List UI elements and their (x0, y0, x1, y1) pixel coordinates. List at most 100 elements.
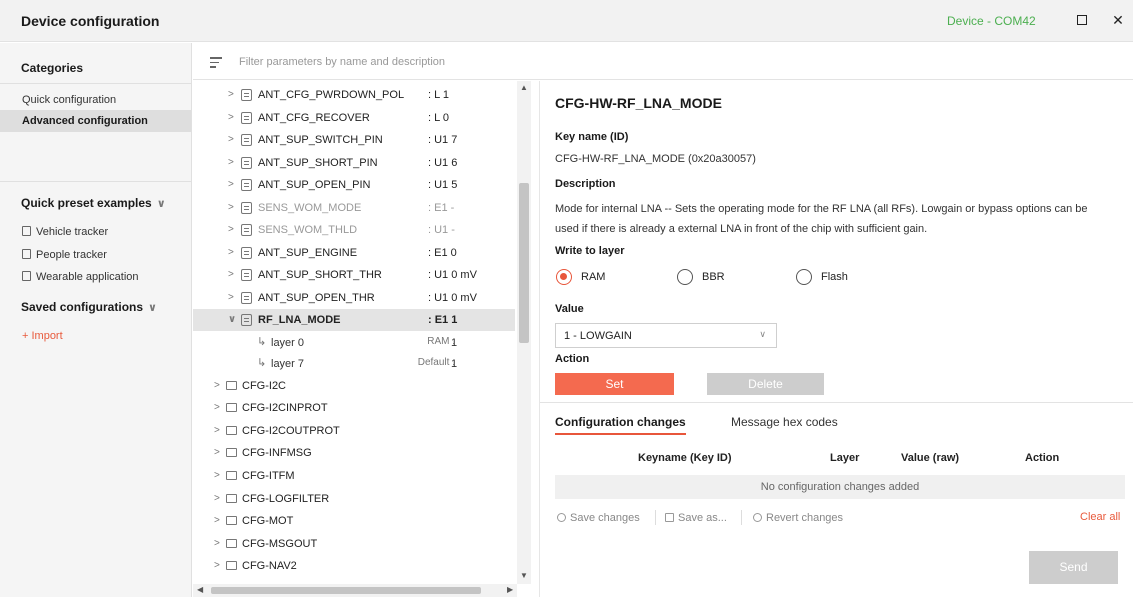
parameter-icon (241, 156, 252, 169)
action-label: Action (555, 353, 590, 365)
tree-row-selected[interactable]: ∨ RF_LNA_MODE: E1 1 (193, 309, 515, 331)
filter-input[interactable] (239, 54, 639, 70)
parameter-name: ANT_SUP_ENGINE (258, 246, 358, 259)
chevron-right-icon[interactable]: > (228, 179, 234, 190)
scrollbar-thumb[interactable] (211, 587, 481, 594)
scroll-up-icon[interactable]: ▲ (520, 83, 528, 92)
tab-message-hex-codes[interactable]: Message hex codes (731, 415, 838, 429)
chevron-right-icon[interactable]: > (228, 157, 234, 168)
chevron-down-icon: ∨ (156, 198, 166, 210)
chevron-right-icon[interactable]: > (214, 515, 220, 526)
set-button[interactable]: Set (555, 373, 674, 395)
save-changes-label: Save changes (570, 512, 640, 524)
chevron-right-icon[interactable]: > (214, 425, 220, 436)
chevron-right-icon[interactable]: > (214, 470, 220, 481)
clear-all-button[interactable]: Clear all (1080, 511, 1120, 523)
parameter-tree: > ANT_CFG_PWRDOWN_POL: L 1 > ANT_CFG_RECOVE… (193, 81, 531, 597)
radio-bbr[interactable]: BBR (677, 269, 725, 285)
filter-icon[interactable] (210, 57, 222, 71)
tree-row[interactable]: > ANT_CFG_PWRDOWN_POL: L 1 (193, 84, 515, 106)
group-name: CFG-INFMSG (242, 447, 312, 460)
chevron-right-icon[interactable]: > (228, 202, 234, 213)
tree-group[interactable]: > CFG-INFMSG (193, 442, 515, 464)
tree-horizontal-scrollbar[interactable]: ◀ ▶ (193, 584, 517, 597)
parameter-value: : U1 - (428, 224, 455, 236)
folder-icon (226, 516, 237, 526)
maximize-button[interactable] (1074, 12, 1090, 28)
key-name-value: CFG-HW-RF_LNA_MODE (0x20a30057) (555, 153, 756, 165)
folder-icon (226, 380, 237, 390)
chevron-right-icon[interactable]: > (228, 292, 234, 303)
parameter-name: SENS_WOM_MODE (258, 201, 362, 214)
chevron-right-icon[interactable]: > (214, 538, 220, 549)
tree-group[interactable]: > CFG-MSGOUT (193, 533, 515, 555)
tree-group[interactable]: > CFG-I2CINPROT (193, 397, 515, 419)
chevron-down-icon[interactable]: ∨ (228, 314, 236, 325)
radio-ram[interactable]: RAM (556, 269, 605, 285)
chevron-right-icon[interactable]: > (228, 224, 234, 235)
description-text: Mode for internal LNA -- Sets the operat… (555, 199, 1133, 239)
chevron-right-icon[interactable]: > (214, 380, 220, 391)
tree-row[interactable]: > ANT_SUP_OPEN_THR: U1 0 mV (193, 287, 515, 309)
chevron-right-icon[interactable]: > (214, 402, 220, 413)
scroll-down-icon[interactable]: ▼ (520, 571, 528, 580)
tree-row[interactable]: > ANT_SUP_ENGINE: E1 0 (193, 242, 515, 264)
delete-button[interactable]: Delete (707, 373, 824, 395)
parameter-value: : L 1 (428, 89, 449, 101)
preset-wearable-application[interactable]: Wearable application (22, 271, 139, 283)
tree-group[interactable]: > CFG-NAV2 (193, 555, 515, 577)
saved-heading[interactable]: Saved configurations ∨ (21, 300, 157, 314)
tree-row[interactable]: > ANT_SUP_SHORT_PIN: U1 6 (193, 152, 515, 174)
tree-row[interactable]: > SENS_WOM_MODE: E1 - (193, 197, 515, 219)
chevron-right-icon[interactable]: > (228, 269, 234, 280)
parameter-name: RF_LNA_MODE (258, 314, 341, 326)
tree-row[interactable]: > ANT_CFG_RECOVER: L 0 (193, 107, 515, 129)
tree-vertical-scrollbar[interactable]: ▲ ▼ (517, 81, 531, 584)
scroll-right-icon[interactable]: ▶ (507, 585, 513, 594)
send-button[interactable]: Send (1029, 551, 1118, 584)
chevron-right-icon[interactable]: > (228, 89, 234, 100)
chevron-right-icon[interactable]: > (228, 112, 234, 123)
radio-label: RAM (581, 270, 606, 283)
save-changes-button[interactable]: Save changes (557, 512, 640, 524)
import-button[interactable]: + Import (22, 330, 63, 342)
tree-row[interactable]: > ANT_SUP_SHORT_THR: U1 0 mV (193, 264, 515, 286)
preset-icon (22, 271, 31, 281)
chevron-right-icon[interactable]: > (214, 493, 220, 504)
tree-group[interactable]: > CFG-I2C (193, 375, 515, 397)
radio-circle-icon (796, 269, 812, 285)
value-select[interactable]: 1 - LOWGAIN ∨ (555, 323, 777, 348)
layer-name: layer 0 (271, 336, 305, 349)
revert-changes-button[interactable]: Revert changes (753, 512, 843, 524)
chevron-right-icon[interactable]: > (228, 247, 234, 258)
tree-group[interactable]: > CFG-LOGFILTER (193, 488, 515, 510)
preset-vehicle-tracker[interactable]: Vehicle tracker (22, 226, 108, 238)
save-as-button[interactable]: Save as... (665, 512, 727, 524)
scrollbar-thumb[interactable] (519, 183, 529, 343)
tab-configuration-changes[interactable]: Configuration changes (555, 415, 686, 435)
close-button[interactable]: ✕ (1110, 12, 1126, 28)
tree-group[interactable]: > CFG-ITFM (193, 465, 515, 487)
parameter-name: ANT_SUP_OPEN_THR (258, 291, 375, 304)
presets-heading[interactable]: Quick preset examples ∨ (21, 196, 166, 210)
radio-circle-icon (677, 269, 693, 285)
parameter-icon (241, 224, 252, 236)
sidebar-item-quick-configuration[interactable]: Quick configuration (22, 94, 116, 106)
preset-people-tracker[interactable]: People tracker (22, 249, 107, 261)
tree-group[interactable]: > CFG-I2COUTPROT (193, 420, 515, 442)
sidebar-item-advanced-configuration[interactable]: Advanced configuration (0, 110, 191, 132)
chevron-right-icon[interactable]: > (214, 560, 220, 571)
parameter-value: : U1 6 (428, 156, 458, 169)
chevron-right-icon[interactable]: > (214, 447, 220, 458)
tree-group[interactable]: > CFG-MOT (193, 510, 515, 532)
window-title: Device configuration (21, 13, 160, 29)
parameter-icon (241, 314, 252, 326)
tree-row[interactable]: > ANT_SUP_OPEN_PIN: U1 5 (193, 174, 515, 196)
tree-row[interactable]: > SENS_WOM_THLD: U1 - (193, 219, 515, 241)
radio-flash[interactable]: Flash (796, 269, 848, 285)
scroll-left-icon[interactable]: ◀ (197, 585, 203, 594)
device-status[interactable]: Device - COM42 (947, 14, 1036, 28)
tree-row[interactable]: > ANT_SUP_SWITCH_PIN: U1 7 (193, 129, 515, 151)
key-name-label: Key name (ID) (555, 131, 629, 143)
chevron-right-icon[interactable]: > (228, 134, 234, 145)
